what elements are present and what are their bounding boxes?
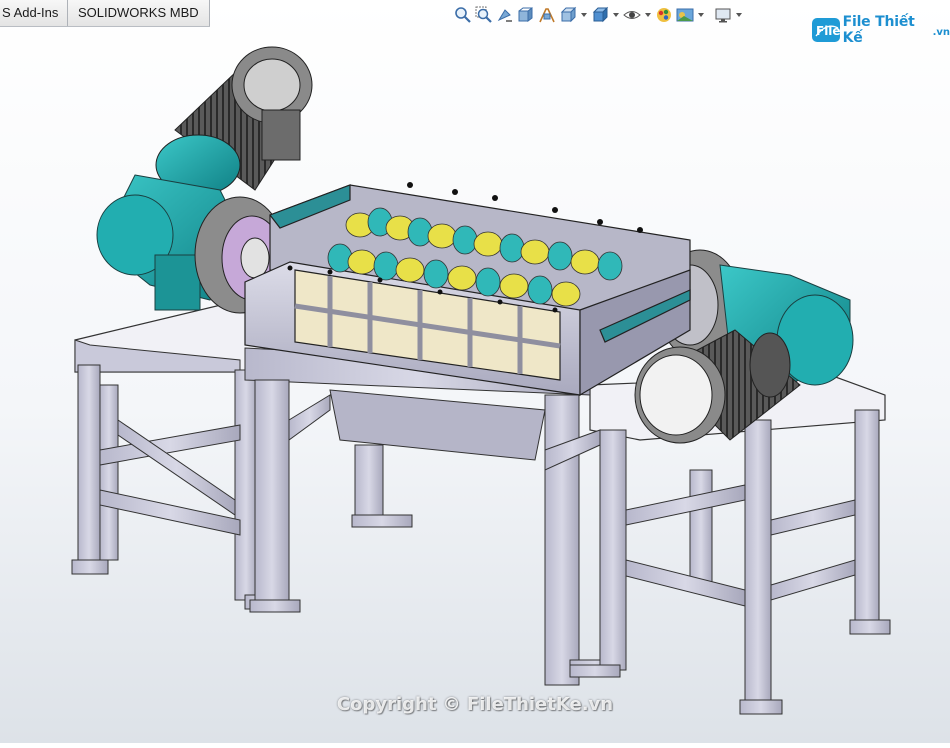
dynamic-annotation-views-icon[interactable] xyxy=(538,6,556,24)
display-style-icon[interactable] xyxy=(591,6,609,24)
graphics-area[interactable] xyxy=(0,27,950,743)
view-settings-icon[interactable] xyxy=(714,6,732,24)
view-orientation-dropdown-icon[interactable] xyxy=(580,6,588,24)
zoom-to-fit-icon[interactable] xyxy=(454,6,472,24)
copyright-watermark: Copyright © FileThietKe.vn xyxy=(336,694,614,715)
section-view-icon[interactable] xyxy=(517,6,535,24)
edit-appearance-icon[interactable] xyxy=(655,6,673,24)
hide-show-dropdown-icon[interactable] xyxy=(644,6,652,24)
heads-up-view-toolbar xyxy=(454,4,743,26)
view-orientation-icon[interactable] xyxy=(559,6,577,24)
center-stand xyxy=(244,347,621,686)
tab-solidworks-mbd[interactable]: SOLIDWORKS MBD xyxy=(68,0,210,26)
zoom-to-area-icon[interactable] xyxy=(475,6,493,24)
right-stand xyxy=(569,409,891,715)
hide-show-items-icon[interactable] xyxy=(623,6,641,24)
apply-scene-icon[interactable] xyxy=(676,6,694,24)
view-settings-dropdown-icon[interactable] xyxy=(735,6,743,24)
command-manager-tabs: S Add-Ins SOLIDWORKS MBD xyxy=(0,0,210,27)
display-style-dropdown-icon[interactable] xyxy=(612,6,620,24)
tab-solidworks-add-ins[interactable]: S Add-Ins xyxy=(0,0,68,26)
shredder-model xyxy=(71,46,891,715)
left-motor xyxy=(155,46,313,196)
previous-view-icon[interactable] xyxy=(496,6,514,24)
apply-scene-dropdown-icon[interactable] xyxy=(697,6,705,24)
